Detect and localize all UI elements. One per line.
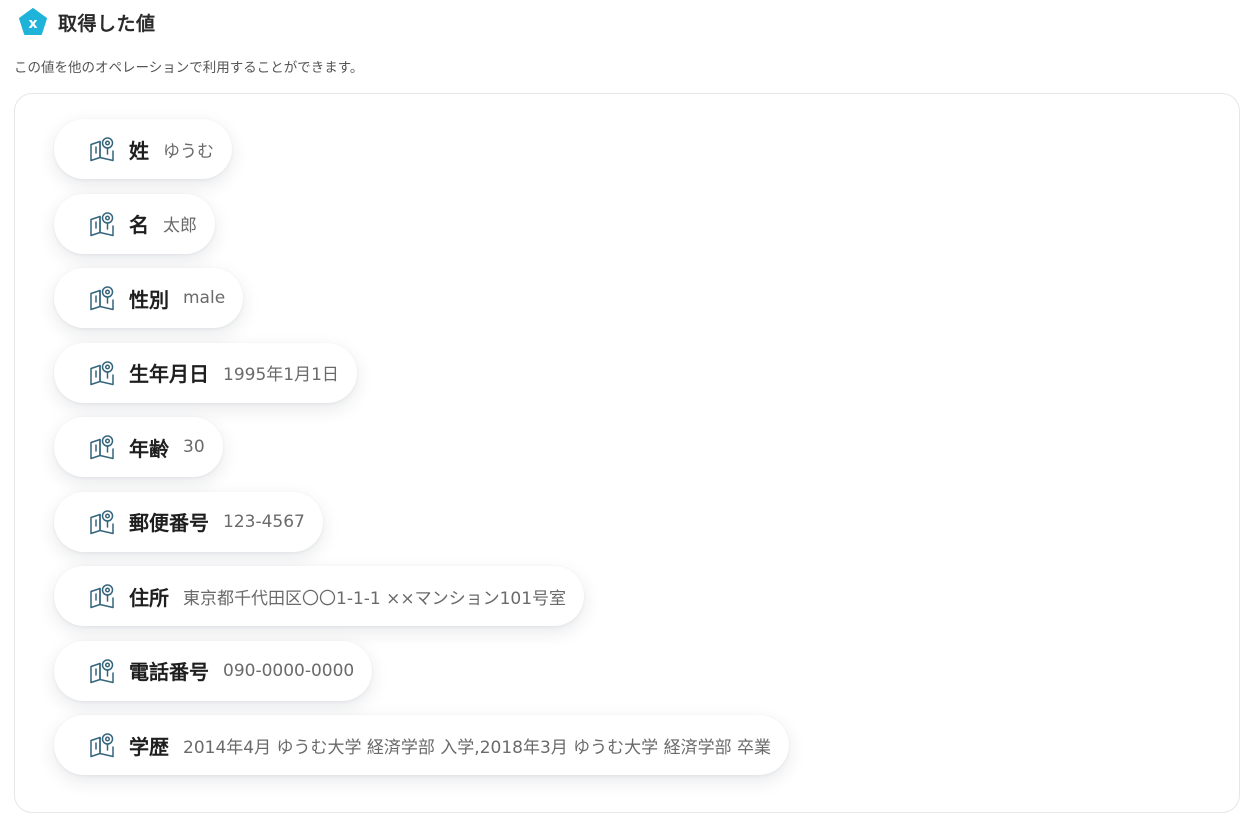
field-label: 住所: [129, 585, 169, 610]
field-label: 生年月日: [129, 362, 209, 386]
book-eye-icon: [90, 211, 114, 236]
book-eye-icon: [90, 435, 114, 460]
field-label: 年齢: [129, 436, 169, 461]
page-title: 取得した値: [58, 12, 156, 35]
field-label: 名: [129, 213, 149, 237]
field-label: 電話番号: [129, 660, 209, 684]
field-pill[interactable]: 姓 ゆうむ: [54, 119, 232, 179]
book-eye-icon: [90, 733, 114, 758]
field-pill[interactable]: 年齢 30: [54, 417, 223, 477]
field-pill[interactable]: 電話番号 090-0000-0000: [54, 640, 373, 701]
field-value: ゆうむ: [163, 141, 214, 162]
header: x 取得した値: [18, 6, 156, 38]
svg-text:x: x: [28, 16, 37, 32]
x-variable-icon: x: [19, 8, 47, 35]
field-label: 姓: [129, 138, 149, 163]
field-pill[interactable]: 生年月日 1995年1月1日: [54, 342, 357, 403]
book-eye-icon: [90, 360, 114, 385]
book-eye-icon: [90, 137, 114, 162]
book-eye-icon: [90, 286, 114, 311]
field-pill[interactable]: 学歴 2014年4月 ゆうむ大学 経済学部 入学,2018年3月 ゆうむ大学 経…: [54, 715, 789, 775]
field-pill[interactable]: 性別 male: [54, 268, 244, 328]
book-eye-icon: [90, 584, 114, 609]
values-panel: 姓 ゆうむ 名 太郎 性別 male 生年月日 1995年1月1日 年齢 30 …: [14, 93, 1240, 813]
field-value: male: [183, 288, 226, 308]
field-value: 30: [183, 437, 205, 457]
field-list: 姓 ゆうむ 名 太郎 性別 male 生年月日 1995年1月1日 年齢 30 …: [54, 119, 789, 790]
field-label: 郵便番号: [129, 511, 209, 535]
field-label: 性別: [129, 287, 169, 312]
field-pill[interactable]: 住所 東京都千代田区〇〇1-1-1 ××マンション101号室: [54, 566, 585, 626]
book-eye-icon: [90, 509, 114, 534]
field-pill[interactable]: 名 太郎: [54, 193, 215, 254]
field-label: 学歴: [129, 734, 169, 759]
book-eye-icon: [90, 658, 114, 683]
field-value: 123-4567: [223, 511, 305, 532]
field-value: 東京都千代田区〇〇1-1-1 ××マンション101号室: [183, 588, 567, 609]
page-description: この値を他のオペレーションで利用することができます。: [14, 60, 364, 76]
field-value: 1995年1月1日: [223, 365, 339, 385]
field-value: 2014年4月 ゆうむ大学 経済学部 入学,2018年3月 ゆうむ大学 経済学部…: [183, 737, 771, 758]
field-value: 太郎: [163, 216, 197, 236]
field-value: 090-0000-0000: [223, 660, 355, 681]
field-pill[interactable]: 郵便番号 123-4567: [54, 491, 323, 552]
